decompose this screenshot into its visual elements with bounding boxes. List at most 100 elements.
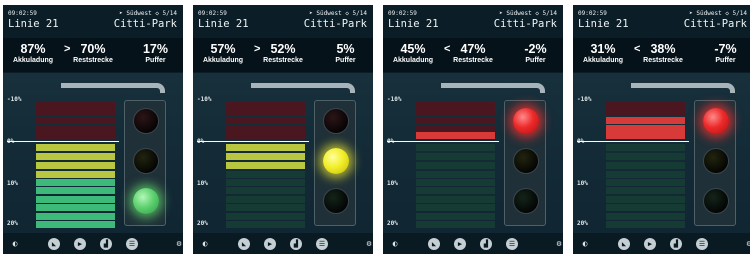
scale-label: -10% [197,96,212,103]
chart-icon[interactable]: ▟ [290,238,302,250]
stop-progress: 5/14 [162,10,177,17]
contrast-icon[interactable]: ◐ [579,238,591,250]
buffer-bar-positive [416,187,495,194]
buffer-bar-negative [416,117,495,124]
buffer-bar-negative [36,117,115,124]
map-icon[interactable]: ◣ [48,238,60,250]
list-icon[interactable]: ☰ [696,238,708,250]
clock-time: 09:02:59 [388,10,417,17]
zero-line [7,141,119,142]
buffer-bar-negative [416,102,495,109]
buffer-bar-positive [226,144,305,151]
chart-icon[interactable]: ▟ [100,238,112,250]
map-icon[interactable]: ◣ [428,238,440,250]
scale-label: -10% [387,96,402,103]
buffer-bar-positive [416,196,495,203]
buffer-bar-positive [226,179,305,186]
traffic-light [504,100,546,226]
buffer-label: Puffer [335,57,356,64]
buffer-bar-positive [416,171,495,178]
buffer-bar-positive [36,221,115,228]
scale-label: 20% [7,220,18,227]
stop-name: Citti-Park [303,18,367,30]
distance-value: 47% [460,42,486,56]
video-icon[interactable]: ▶ [74,238,86,250]
chart-icon[interactable]: ▟ [480,238,492,250]
buffer-bar-positive [36,179,115,186]
buffer-bar-positive [416,221,495,228]
contrast-icon[interactable]: ◐ [9,238,21,250]
buffer-bar-negative [36,132,115,139]
buffer-bar-positive [36,162,115,169]
distance-value: 52% [270,42,296,56]
buffer-label: Puffer [715,57,736,64]
buffer-bar-positive [36,153,115,160]
buffer-bar-negative [606,132,685,139]
distance-label: Reststrecke [643,57,683,64]
video-icon[interactable]: ▶ [264,238,276,250]
buffer-bar-positive [226,187,305,194]
scenario-screen: 09:02:59 ➤ Südwest ◇ 5/14 Linie 21 Citti-Pa… [573,5,750,254]
buffer-label: Puffer [525,57,546,64]
buffer-bar-negative [606,125,685,132]
bottom-toolbar: ◐ ◣ ▶ ▟ ☰ ⚙ [383,233,563,254]
energy-stats: 57% Akkuladung >52% Reststrecke 5% Puffer [193,38,373,72]
buffer-bar-positive [416,144,495,151]
buffer-bar-negative [606,109,685,116]
buffer-bar-negative [36,125,115,132]
list-icon[interactable]: ☰ [126,238,138,250]
bottom-toolbar: ◐ ◣ ▶ ▟ ☰ ⚙ [573,233,750,254]
settings-icon[interactable]: ⚙ [363,238,373,250]
route-name: Linie 21 [8,18,59,30]
yellow-light [703,148,729,174]
buffer-bar-positive [226,221,305,228]
buffer-bar-negative [416,132,495,139]
buffer-bar-positive [226,213,305,220]
buffer-bar-positive [606,213,685,220]
list-icon[interactable]: ☰ [506,238,518,250]
clock-time: 09:02:59 [198,10,227,17]
navigation-info: ➤ Südwest ◇ 5/14 [119,10,177,17]
buffer-bar-positive [606,221,685,228]
scale-label: 10% [7,180,18,187]
zero-line [387,141,499,142]
navigation-info: ➤ Südwest ◇ 5/14 [309,10,367,17]
connector-line [441,83,545,93]
buffer-bar-positive [606,144,685,151]
battery-label: Akkuladung [12,57,54,64]
map-icon[interactable]: ◣ [618,238,630,250]
zero-line [197,141,309,142]
buffer-bar-positive [416,162,495,169]
contrast-icon[interactable]: ◐ [389,238,401,250]
video-icon[interactable]: ▶ [644,238,656,250]
direction-label: Südwest [506,10,532,17]
buffer-bar-positive [226,204,305,211]
distance-label: Reststrecke [453,57,493,64]
navigation-info: ➤ Südwest ◇ 5/14 [499,10,557,17]
battery-label: Akkuladung [582,57,624,64]
buffer-value: -2% [524,42,547,56]
contrast-icon[interactable]: ◐ [199,238,211,250]
status-header: 09:02:59 ➤ Südwest ◇ 5/14 Linie 21 Citti-Pa… [3,5,183,33]
buffer-bar-positive [226,153,305,160]
direction-label: Südwest [316,10,342,17]
buffer-bar-negative [226,109,305,116]
buffer-bar-negative [416,125,495,132]
stop-progress: 5/14 [542,10,557,17]
route-name: Linie 21 [388,18,439,30]
settings-icon[interactable]: ⚙ [553,238,563,250]
settings-icon[interactable]: ⚙ [173,238,183,250]
buffer-bar-positive [36,187,115,194]
buffer-bar-negative [606,117,685,124]
settings-icon[interactable]: ⚙ [743,238,750,250]
video-icon[interactable]: ▶ [454,238,466,250]
chart-icon[interactable]: ▟ [670,238,682,250]
buffer-bar-negative [416,109,495,116]
battery-value: 57% [210,42,236,56]
buffer-bar-negative [606,102,685,109]
list-icon[interactable]: ☰ [316,238,328,250]
map-icon[interactable]: ◣ [238,238,250,250]
red-light [323,108,349,134]
buffer-bar-positive [416,179,495,186]
stop-progress: 5/14 [732,10,747,17]
